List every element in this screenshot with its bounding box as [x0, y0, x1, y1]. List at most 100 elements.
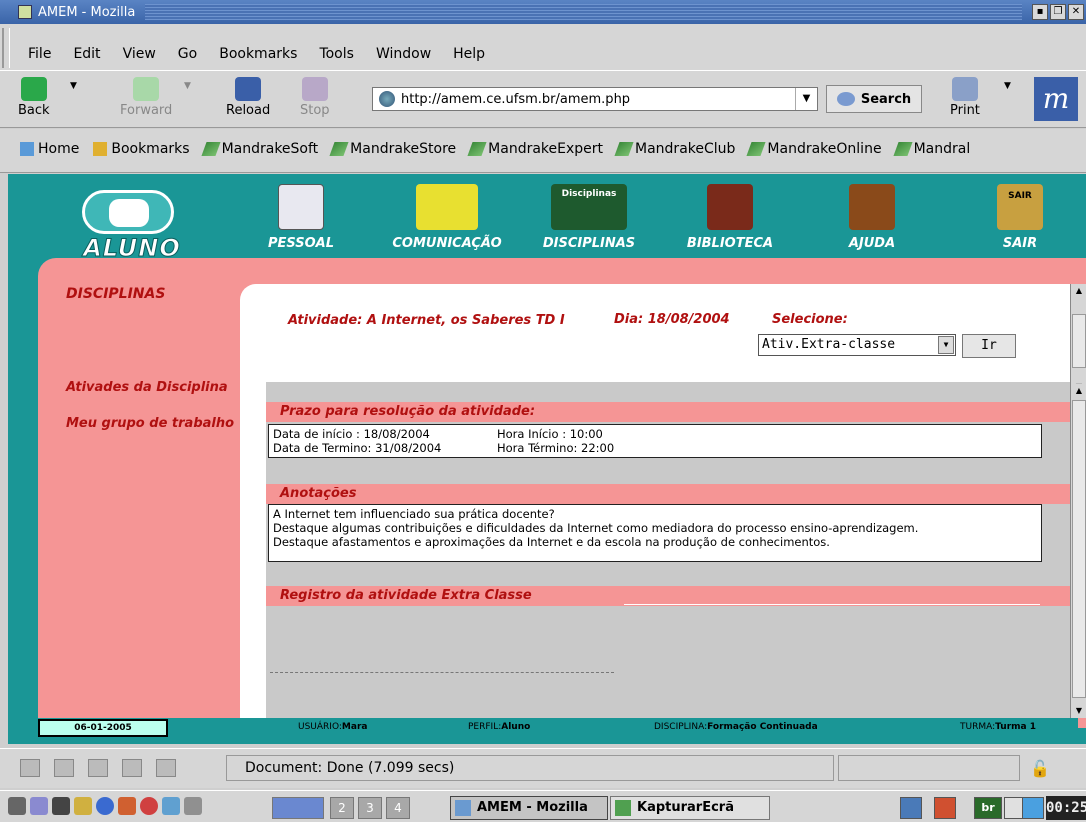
scroll-thumb[interactable] — [1072, 314, 1086, 368]
stop-button[interactable]: Stop — [300, 77, 330, 118]
search-button[interactable]: Search — [826, 85, 922, 113]
sidebar-title: DISCIPLINAS — [66, 286, 166, 302]
terminal-icon[interactable] — [52, 797, 70, 815]
nav-comunicacao[interactable]: COMUNICAÇÃO — [382, 184, 512, 268]
tray-record-icon[interactable] — [934, 797, 956, 819]
page-viewport: ALUNO PESSOAL COMUNICAÇÃO Disciplinas DI… — [8, 174, 1086, 744]
reload-button[interactable]: Reload — [226, 77, 270, 118]
kde-menu-icon[interactable] — [8, 797, 26, 815]
menu-go[interactable]: Go — [178, 46, 197, 62]
scroll-down-icon[interactable]: ▼ — [1071, 704, 1086, 718]
bookmark-icon — [746, 142, 766, 156]
logo-shape — [82, 190, 174, 234]
help-icon[interactable] — [140, 797, 158, 815]
desktop-2[interactable]: 2 — [330, 797, 354, 819]
menu-tools[interactable]: Tools — [319, 46, 354, 62]
help-book-icon — [849, 184, 895, 230]
reload-icon — [235, 77, 262, 101]
scroll-up-icon[interactable]: ▲ — [1071, 284, 1086, 298]
upper-scrollbar[interactable]: ▲ ▼ — [1070, 284, 1086, 394]
url-bar[interactable]: ▼ — [372, 87, 818, 111]
mozilla-logo-icon[interactable]: m — [1034, 77, 1078, 121]
menu-view[interactable]: View — [123, 46, 156, 62]
nav-biblioteca[interactable]: BIBLIOTECA — [682, 184, 778, 268]
scroll-up-icon[interactable]: ▲ — [1071, 384, 1086, 398]
browser-launch-icon[interactable] — [96, 797, 114, 815]
sidebar-link-atividades[interactable]: Ativades da Disciplina — [66, 380, 228, 395]
bookmark-mandrakeclub[interactable]: MandrakeClub — [614, 141, 736, 157]
nav-disciplinas[interactable]: Disciplinas DISCIPLINAS — [534, 184, 644, 268]
bookmark-mandrakeonline[interactable]: MandrakeOnline — [746, 141, 882, 157]
menu-file[interactable]: File — [28, 46, 51, 62]
nav-sair[interactable]: SAIR SAIR — [992, 184, 1048, 268]
menu-edit[interactable]: Edit — [73, 46, 100, 62]
desktop-3[interactable]: 3 — [358, 797, 382, 819]
menu-help[interactable]: Help — [453, 46, 485, 62]
status-perfil: PERFIL:Aluno — [468, 722, 530, 732]
clock: 00:25 — [1046, 796, 1086, 820]
back-dropdown[interactable]: ▼ — [70, 77, 77, 92]
back-button[interactable]: Back — [18, 77, 50, 118]
usuario-label: USUÁRIO: — [298, 722, 342, 732]
scroll-thumb[interactable] — [1072, 400, 1086, 698]
disciplina-label: DISCIPLINA: — [654, 722, 708, 732]
navigation-toolbar: Back ▼ Forward ▼ Reload Stop ▼ Search Pr… — [0, 70, 1086, 128]
security-lock-icon[interactable]: 🔓 — [1030, 759, 1050, 778]
task-kapturar[interactable]: KapturarEcrã — [610, 796, 770, 820]
home-folder-icon[interactable] — [74, 797, 92, 815]
menu-bookmarks[interactable]: Bookmarks — [219, 46, 297, 62]
addressbook-icon[interactable] — [122, 759, 142, 777]
tray-monitor-icon[interactable] — [1022, 797, 1044, 819]
desktop-4[interactable]: 4 — [386, 797, 410, 819]
composer-icon[interactable] — [88, 759, 108, 777]
end-date: Data de Termino: 31/08/2004 — [273, 441, 442, 455]
forward-button[interactable]: Forward — [120, 77, 172, 118]
comunicacao-map-icon — [416, 184, 478, 230]
lower-scrollbar[interactable]: ▲ ▼ — [1070, 384, 1086, 718]
bookmark-label: MandrakeClub — [635, 141, 736, 157]
nav-ajuda[interactable]: AJUDA — [842, 184, 902, 268]
bookmark-mandrakestore[interactable]: MandrakeStore — [329, 141, 456, 157]
end-time: Hora Término: 22:00 — [497, 441, 615, 455]
menu-window[interactable]: Window — [376, 46, 431, 62]
task-mozilla[interactable]: AMEM - Mozilla — [450, 796, 608, 820]
sidebar-link-grupo[interactable]: Meu grupo de trabalho — [66, 416, 234, 431]
nav-label: BIBLIOTECA — [686, 236, 774, 251]
activity-type-select[interactable]: Ativ.Extra-classe ▼ — [758, 334, 956, 356]
chat-icon[interactable] — [156, 759, 176, 777]
bookmark-bookmarks[interactable]: Bookmarks — [93, 141, 190, 157]
bookmark-label: Mandral — [913, 141, 971, 157]
print-dropdown[interactable]: ▼ — [1004, 77, 1011, 92]
go-button[interactable]: Ir — [962, 334, 1016, 358]
tray-network-icon[interactable] — [900, 797, 922, 819]
app-launch-icon[interactable] — [162, 797, 180, 815]
bookmark-label: Home — [38, 141, 80, 157]
bookmark-home[interactable]: Home — [20, 141, 79, 157]
minimize-icon[interactable]: ▪ — [1032, 4, 1048, 20]
maximize-icon[interactable]: ❐ — [1050, 4, 1066, 20]
app-launch-icon[interactable] — [118, 797, 136, 815]
url-input[interactable] — [401, 91, 801, 107]
anotacao-line: A Internet tem influenciado sua prática … — [273, 507, 555, 521]
close-icon[interactable]: ✕ — [1068, 4, 1084, 20]
print-button[interactable]: Print — [950, 77, 980, 118]
nav-pessoal[interactable]: PESSOAL — [266, 184, 336, 268]
mail-icon[interactable] — [54, 759, 74, 777]
bookmark-mandrakeexpert[interactable]: MandrakeExpert — [467, 141, 603, 157]
bookmark-icon — [467, 142, 487, 156]
bookmark-mandral[interactable]: Mandral — [893, 141, 971, 157]
chevron-down-icon[interactable]: ▼ — [938, 336, 954, 354]
content-panel: Atividade: A Internet, os Saberes TD I D… — [240, 284, 1070, 728]
toolbar-grip[interactable] — [2, 28, 10, 68]
launcher-icon[interactable] — [30, 797, 48, 815]
url-dropdown-icon[interactable]: ▼ — [795, 88, 817, 110]
bookmark-mandrakesoft[interactable]: MandrakeSoft — [201, 141, 318, 157]
window-titlebar[interactable]: AMEM - Mozilla ▪ ❐ ✕ — [0, 0, 1086, 24]
navigator-icon[interactable] — [20, 759, 40, 777]
editor-icon[interactable] — [184, 797, 202, 815]
bookmark-label: MandrakeOnline — [767, 141, 882, 157]
anotacoes-box: A Internet tem influenciado sua prática … — [268, 504, 1042, 562]
forward-dropdown[interactable]: ▼ — [184, 77, 191, 92]
tray-keyboard-icon[interactable]: br — [974, 797, 1002, 819]
desktop-1[interactable] — [272, 797, 324, 819]
